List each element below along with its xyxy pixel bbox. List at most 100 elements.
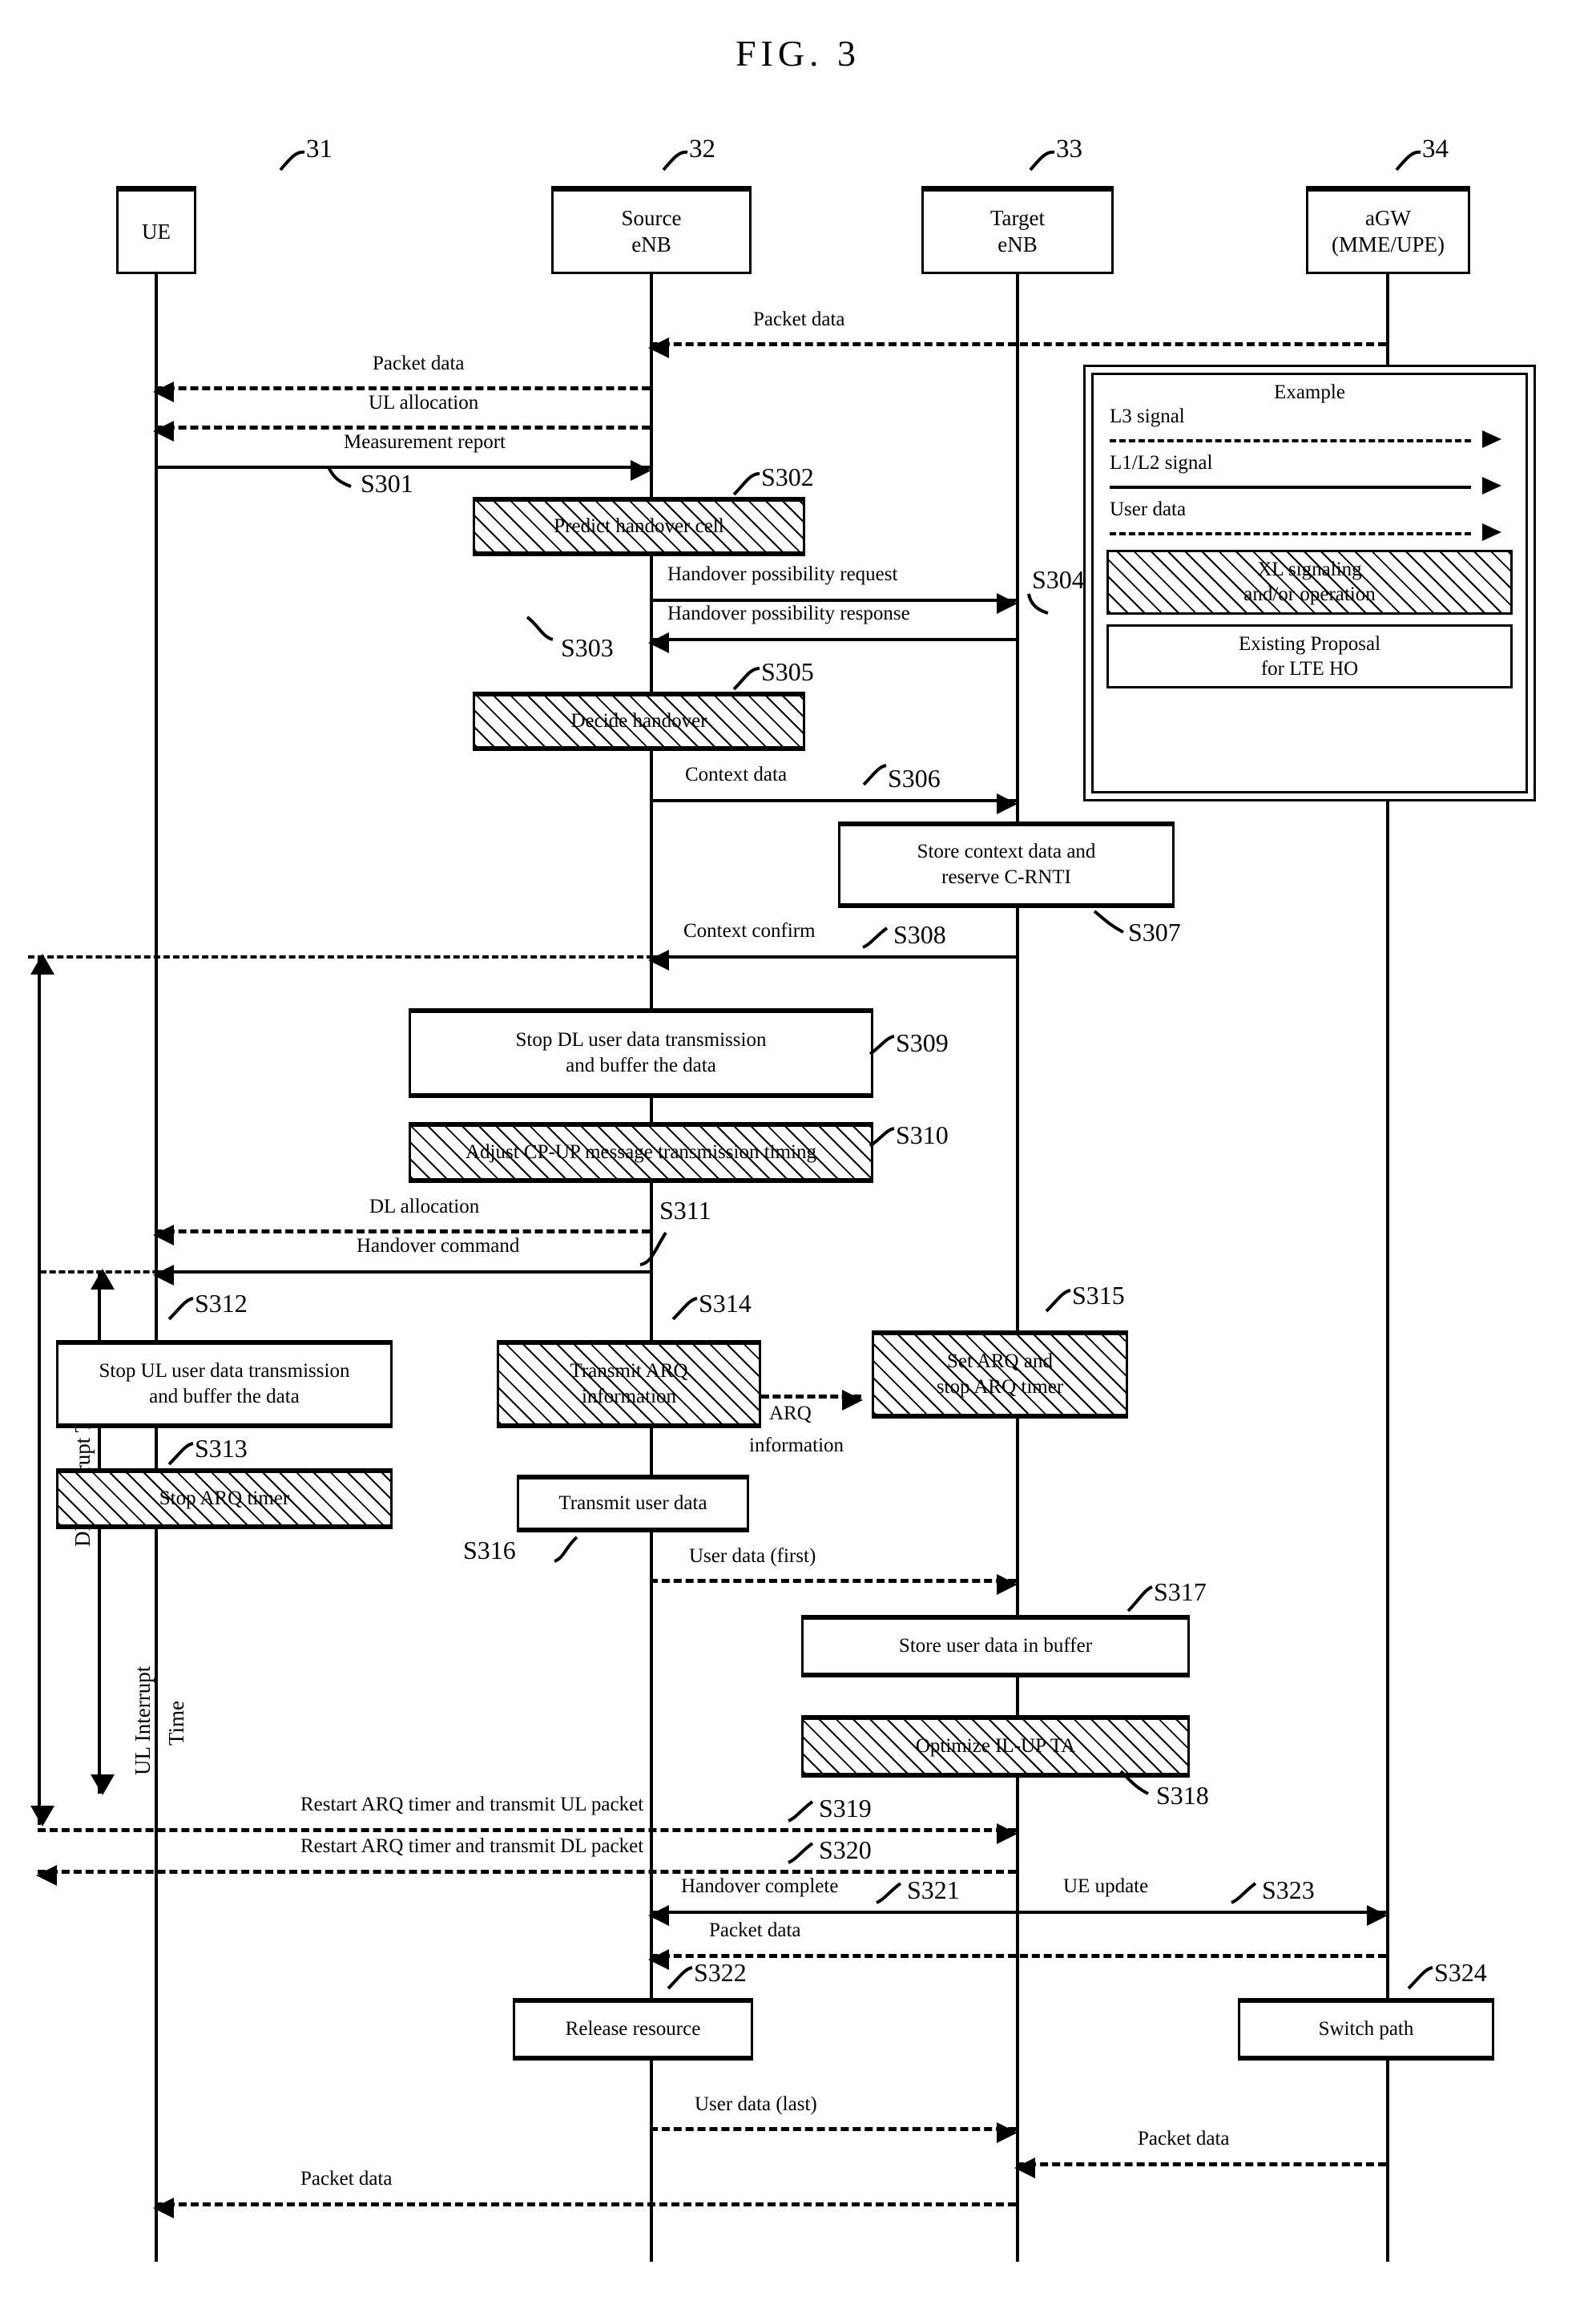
arrow-packet-data-top xyxy=(648,337,1386,358)
arrow-ho-possibility-request xyxy=(650,593,1018,614)
node-ref-33-text: 33 xyxy=(1056,135,1082,163)
arrow-packet-data-mid xyxy=(648,1949,1386,1970)
step-ref-s323: S323 xyxy=(1231,1875,1315,1905)
legend-example-box: Example L3 signal L1/L2 signal User data… xyxy=(1083,365,1536,801)
legend-row-user-data: User data xyxy=(1106,499,1513,547)
step-ref-s320-text: S320 xyxy=(819,1835,872,1864)
figure-canvas: FIG. 3 UE 31 Source eNB 32 Target eNB 33… xyxy=(0,0,1596,2313)
figure-title: FIG. 3 xyxy=(735,33,861,74)
node-ref-33: 33 xyxy=(1029,135,1082,172)
label-packet-data-bottom: Packet data xyxy=(296,2168,397,2190)
process-box-transmit-arq-information: Transmit ARQ information xyxy=(497,1340,761,1428)
ul-interrupt-time-label-2: Time xyxy=(164,1700,188,1746)
step-ref-s306: S306 xyxy=(862,764,941,793)
step-ref-s319-text: S319 xyxy=(819,1794,872,1823)
step-ref-s314: S314 xyxy=(671,1289,752,1321)
step-ref-s305-text: S305 xyxy=(761,657,814,686)
step-ref-s324-text: S324 xyxy=(1434,1958,1487,1987)
node-label-agw: aGW xyxy=(1365,206,1411,231)
process-box-store-user-data-buffer: Store user data in buffer xyxy=(801,1615,1190,1677)
label-ue-update: UE update xyxy=(1059,1875,1153,1898)
step-ref-s311: S311 xyxy=(639,1196,711,1266)
step-ref-s323-text: S323 xyxy=(1262,1875,1315,1904)
legend-label-user-data: User data xyxy=(1110,499,1187,520)
step-ref-s315-text: S315 xyxy=(1072,1281,1125,1310)
step-ref-s312-text: S312 xyxy=(195,1289,248,1318)
legend-row-l3-signal: L3 signal xyxy=(1106,406,1513,454)
node-ref-32: 32 xyxy=(662,135,715,172)
legend-arrowhead-l3-signal xyxy=(1482,430,1501,448)
step-ref-s308-text: S308 xyxy=(893,920,946,949)
step-ref-s319: S319 xyxy=(788,1794,872,1823)
process-label-release-resource: Release resource xyxy=(565,2017,701,2040)
process-label-store-context-l2: reserve C-RNTI xyxy=(941,866,1071,888)
node-box-ue: UE xyxy=(116,186,196,274)
process-box-optimize-il-up-ta: Optimize IL-UP TA xyxy=(801,1715,1190,1778)
process-box-stop-dl-user-data: Stop DL user data transmission and buffe… xyxy=(409,1008,873,1098)
node-label-source: Source xyxy=(621,206,682,231)
process-label-transmit-arq-l1: Transmit ARQ xyxy=(570,1359,688,1382)
process-label-stop-arq-timer: Stop ARQ timer xyxy=(159,1487,290,1509)
legend-sub-xl-line1: XL signaling xyxy=(1257,559,1362,580)
step-ref-s317: S317 xyxy=(1126,1577,1207,1613)
node-box-agw: aGW (MME/UPE) xyxy=(1306,186,1470,274)
node-label-agw-2: (MME/UPE) xyxy=(1332,232,1445,256)
step-ref-s324: S324 xyxy=(1407,1958,1487,1990)
process-label-stop-dl-l1: Stop DL user data transmission xyxy=(515,1028,767,1051)
step-ref-s311-text: S311 xyxy=(659,1196,711,1225)
step-ref-s302: S302 xyxy=(732,462,814,496)
label-context-data: Context data xyxy=(681,764,792,786)
process-box-set-arq-stop-timer: Set ARQ and stop ARQ timer xyxy=(872,1330,1128,1419)
process-label-adjust-cpup: Adjust CP-UP message transmission timing xyxy=(466,1140,816,1163)
dl-interrupt-time-measure xyxy=(30,954,54,1827)
process-label-transmit-user-data: Transmit user data xyxy=(558,1492,707,1514)
arrow-context-confirm xyxy=(648,950,1016,971)
legend-label-l3-signal: L3 signal xyxy=(1110,406,1185,427)
process-label-transmit-arq-l2: information xyxy=(581,1386,677,1407)
process-box-store-context-data: Store context data and reserve C-RNTI xyxy=(838,821,1175,908)
step-ref-s310: S310 xyxy=(869,1120,949,1150)
process-label-set-arq-l1: Set ARQ and xyxy=(947,1350,1053,1372)
legend-sub-xl-line2: and/or operation xyxy=(1243,583,1376,606)
lifeline-target-enb xyxy=(1016,274,1019,2262)
legend-inner-frame: Example L3 signal L1/L2 signal User data… xyxy=(1091,373,1528,793)
legend-line-user-data xyxy=(1110,532,1471,535)
arrow-packet-data-ue xyxy=(153,381,650,402)
process-label-decide-handover: Decide handover xyxy=(570,709,707,732)
step-ref-s313: S313 xyxy=(167,1434,248,1466)
step-ref-s316-text: S316 xyxy=(463,1536,516,1564)
label-arq-2: information xyxy=(745,1435,848,1457)
step-ref-s322: S322 xyxy=(667,1958,747,1990)
arrow-arq-information xyxy=(761,1390,863,1411)
legend-sub-proposal-line1: Existing Proposal xyxy=(1238,632,1381,655)
step-ref-s314-text: S314 xyxy=(699,1289,752,1318)
legend-sub-existing-proposal: Existing Proposal for LTE HO xyxy=(1106,624,1513,688)
label-packet-data-top: Packet data xyxy=(749,309,849,331)
process-box-stop-ul-user-data: Stop UL user data transmission and buffe… xyxy=(56,1340,393,1428)
process-box-release-resource: Release resource xyxy=(513,1998,753,2061)
process-label-store-user-data-buffer: Store user data in buffer xyxy=(898,1634,1093,1657)
label-ho-possibility-response: Handover possibility response xyxy=(663,603,914,625)
label-dl-allocation: DL allocation xyxy=(365,1196,484,1218)
process-label-switch-path: Switch path xyxy=(1318,2017,1414,2040)
process-box-stop-arq-timer: Stop ARQ timer xyxy=(56,1468,393,1529)
label-handover-command: Handover command xyxy=(353,1235,524,1257)
legend-line-l3-signal xyxy=(1110,439,1471,442)
step-ref-s320: S320 xyxy=(788,1835,872,1865)
arrow-handover-complete xyxy=(648,1905,1016,1926)
label-restart-arq-dl: Restart ARQ timer and transmit DL packet xyxy=(296,1835,648,1858)
process-label-stop-dl-l2: and buffer the data xyxy=(566,1055,716,1076)
step-ref-s312: S312 xyxy=(167,1289,248,1321)
node-label-ue: UE xyxy=(142,219,171,244)
label-restart-arq-ul: Restart ARQ timer and transmit UL packet xyxy=(296,1794,648,1816)
legend-arrowhead-user-data xyxy=(1482,523,1501,541)
legend-sub-xl-signaling: XL signaling and/or operation xyxy=(1106,550,1513,615)
label-ul-allocation: UL allocation xyxy=(365,392,483,414)
step-ref-s318: S318 xyxy=(1119,1770,1209,1810)
node-ref-34-text: 34 xyxy=(1422,135,1449,163)
step-ref-s309-text: S309 xyxy=(896,1028,949,1057)
process-label-optimize-il-up-ta: Optimize IL-UP TA xyxy=(915,1734,1076,1757)
step-ref-s303: S303 xyxy=(526,616,614,663)
step-ref-s302-text: S302 xyxy=(761,462,814,491)
node-ref-34: 34 xyxy=(1395,135,1449,172)
